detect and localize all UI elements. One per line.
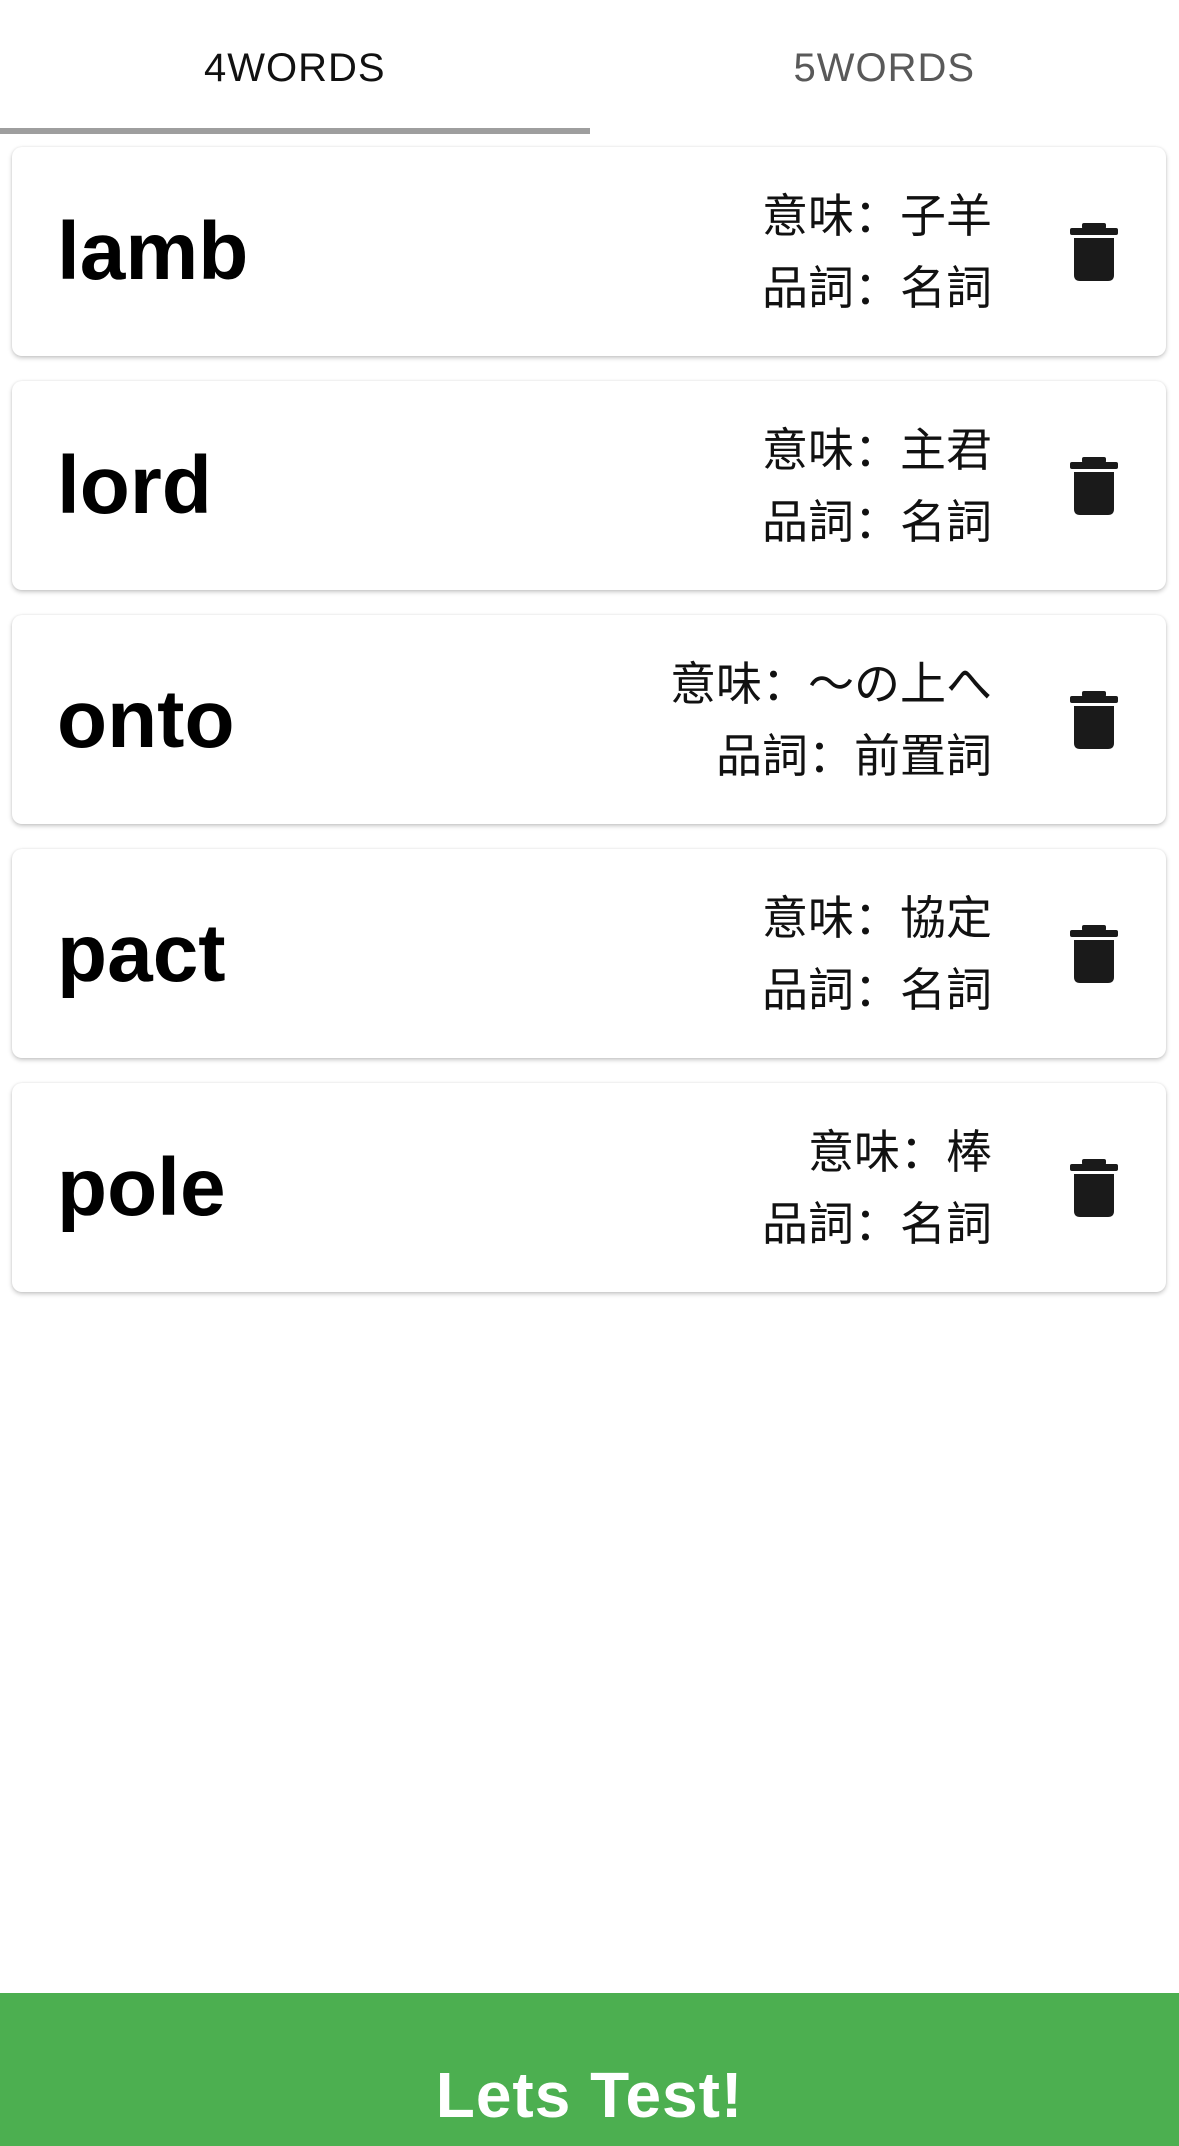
word-text: onto xyxy=(57,673,235,765)
word-card: lamb 意味：子羊 品詞：名詞 xyxy=(12,147,1166,356)
word-card: pact 意味：協定 品詞：名詞 xyxy=(12,849,1166,1058)
trash-icon[interactable] xyxy=(1070,222,1118,281)
meaning-text: 意味：協定 xyxy=(762,890,992,945)
trash-icon[interactable] xyxy=(1070,924,1118,983)
part-of-speech-text: 品詞：前置詞 xyxy=(716,728,992,783)
trash-icon[interactable] xyxy=(1070,1158,1118,1217)
lets-test-button[interactable]: Lets Test! xyxy=(0,1993,1179,2146)
tab-indicator xyxy=(0,128,590,134)
word-card: onto 意味：〜の上へ 品詞：前置詞 xyxy=(12,615,1166,824)
meaning-text: 意味：〜の上へ xyxy=(670,656,992,711)
word-card: lord 意味：主君 品詞：名詞 xyxy=(12,381,1166,590)
word-info: 意味：〜の上へ 品詞：前置詞 xyxy=(670,648,992,792)
word-info: 意味：主君 品詞：名詞 xyxy=(762,414,992,558)
tab-5words[interactable]: 5WORDS xyxy=(590,0,1179,136)
word-text: lord xyxy=(57,439,212,531)
trash-icon[interactable] xyxy=(1070,456,1118,515)
meaning-text: 意味：棒 xyxy=(808,1124,992,1179)
part-of-speech-text: 品詞：名詞 xyxy=(762,260,992,315)
word-info: 意味：協定 品詞：名詞 xyxy=(762,882,992,1026)
word-card: pole 意味：棒 品詞：名詞 xyxy=(12,1083,1166,1292)
word-text: lamb xyxy=(57,205,249,297)
word-info: 意味：子羊 品詞：名詞 xyxy=(762,180,992,324)
meaning-text: 意味：子羊 xyxy=(762,188,992,243)
part-of-speech-text: 品詞：名詞 xyxy=(762,1196,992,1251)
word-list: lamb 意味：子羊 品詞：名詞 lord 意味：主君 品詞：名詞 onto 意… xyxy=(12,147,1166,1317)
part-of-speech-text: 品詞：名詞 xyxy=(762,494,992,549)
trash-icon[interactable] xyxy=(1070,690,1118,749)
meaning-text: 意味：主君 xyxy=(762,422,992,477)
word-text: pact xyxy=(57,907,226,999)
tab-4words[interactable]: 4WORDS xyxy=(0,0,590,136)
lets-test-label: Lets Test! xyxy=(435,2059,744,2131)
tab-bar: 4WORDS 5WORDS xyxy=(0,0,1179,136)
part-of-speech-text: 品詞：名詞 xyxy=(762,962,992,1017)
word-info: 意味：棒 品詞：名詞 xyxy=(762,1116,992,1260)
word-text: pole xyxy=(57,1141,226,1233)
